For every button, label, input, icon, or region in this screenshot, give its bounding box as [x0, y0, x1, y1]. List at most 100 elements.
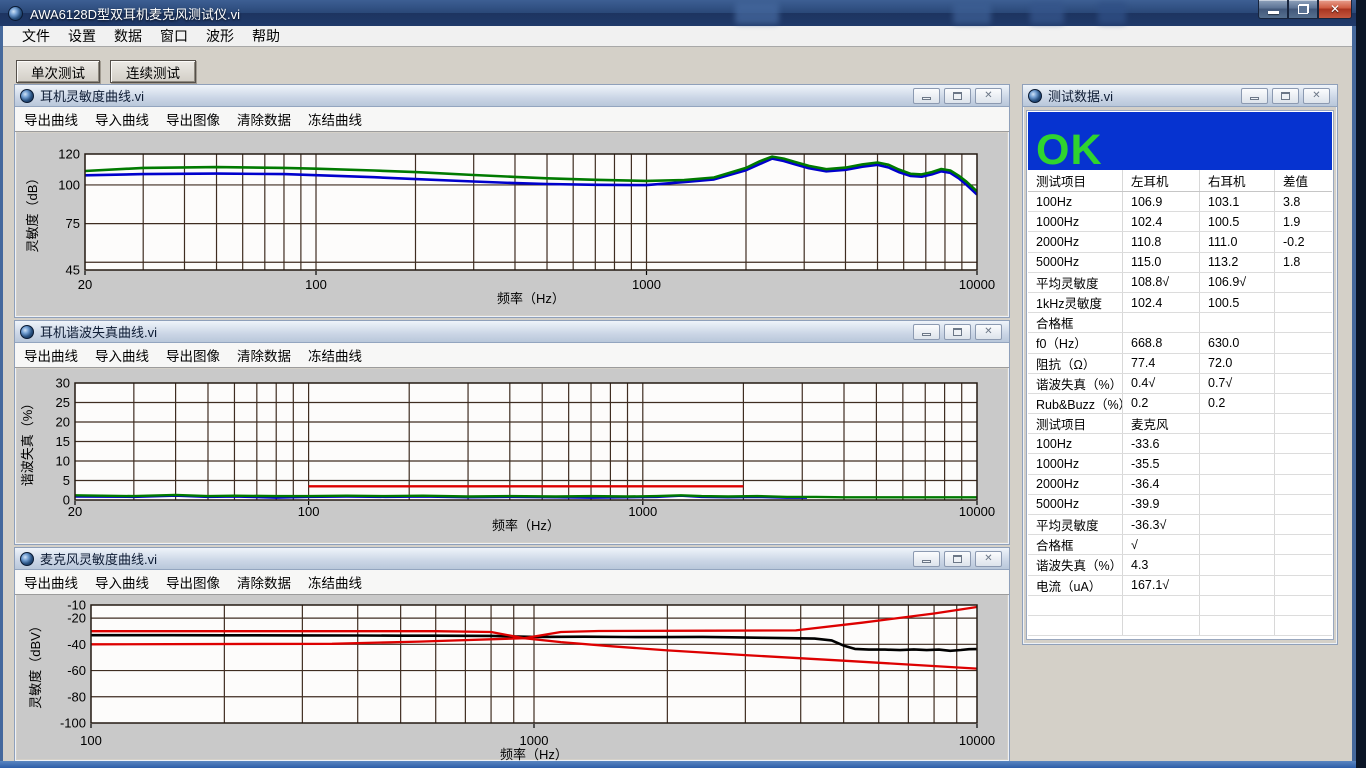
table-row: 平均灵敏度-36.3√ [1028, 515, 1332, 535]
y-tick-label: 25 [56, 395, 70, 410]
continuous-test-button[interactable]: 连续测试 [110, 60, 196, 83]
toolbar-clear-data[interactable]: 清除数据 [237, 109, 291, 129]
x-tick-label: 100 [305, 277, 327, 292]
window-frame-right [1352, 26, 1356, 768]
window-frame-left [0, 26, 3, 768]
minimize-button[interactable] [1241, 88, 1268, 104]
toolbar-freeze-curve[interactable]: 冻结曲线 [308, 109, 362, 129]
vi-icon [20, 552, 34, 566]
maximize-button[interactable] [1272, 88, 1299, 104]
toolbar-export-image[interactable]: 导出图像 [166, 345, 220, 365]
table-cell: 合格框 [1028, 313, 1123, 332]
toolbar-export-curve[interactable]: 导出曲线 [24, 109, 78, 129]
table-row [1028, 596, 1332, 616]
table-row: 谐波失真（%）0.4√0.7√ [1028, 374, 1332, 394]
minimize-button[interactable] [1258, 0, 1288, 19]
close-button[interactable]: ✕ [975, 88, 1002, 104]
y-tick-label: 5 [63, 473, 70, 488]
table-cell: 麦克风 [1123, 414, 1200, 433]
table-row: Rub&Buzz（%）0.20.2 [1028, 394, 1332, 414]
restore-button[interactable] [1288, 0, 1318, 19]
table-row: 平均灵敏度108.8√106.9√ [1028, 273, 1332, 293]
toolbar-freeze-curve[interactable]: 冻结曲线 [308, 572, 362, 592]
y-tick-label: -60 [67, 663, 86, 678]
toolbar-export-curve[interactable]: 导出曲线 [24, 345, 78, 365]
table-row: 1000Hz102.4100.51.9 [1028, 212, 1332, 232]
table-cell [1275, 616, 1332, 635]
table-row: 100Hz106.9103.13.8 [1028, 192, 1332, 212]
table-cell: 1kHz灵敏度 [1028, 293, 1123, 312]
close-button[interactable]: ✕ [975, 324, 1002, 340]
table-cell [1200, 515, 1275, 534]
toolbar-export-image[interactable]: 导出图像 [166, 572, 220, 592]
toolbar-export-image[interactable]: 导出图像 [166, 109, 220, 129]
table-header-cell: 差值 [1275, 170, 1332, 191]
toolbar-import-curve[interactable]: 导入曲线 [95, 109, 149, 129]
table-cell [1200, 596, 1275, 615]
table-cell: f0（Hz） [1028, 333, 1123, 352]
y-tick-label: 30 [56, 376, 70, 391]
subwindow-controls: ✕ [913, 551, 1004, 567]
y-tick-label: 0 [63, 493, 70, 508]
menu-item-settings[interactable]: 设置 [59, 26, 105, 46]
minimize-icon [922, 97, 931, 100]
x-tick-label: 1000 [632, 277, 661, 292]
toolbar-export-curve[interactable]: 导出曲线 [24, 572, 78, 592]
close-icon: ✕ [1330, 3, 1340, 15]
table-cell [1200, 414, 1275, 433]
table-cell: 0.4√ [1123, 374, 1200, 393]
maximize-button[interactable] [944, 551, 971, 567]
close-icon: ✕ [984, 91, 992, 101]
x-tick-label: 100 [80, 733, 102, 748]
table-cell [1275, 576, 1332, 595]
minimize-button[interactable] [913, 324, 940, 340]
table-cell [1123, 313, 1200, 332]
menu-item-window[interactable]: 窗口 [151, 26, 197, 46]
table-cell: √ [1123, 535, 1200, 554]
subwindow-controls: ✕ [913, 88, 1004, 104]
menu-item-waveform[interactable]: 波形 [197, 26, 243, 46]
toolbar-clear-data[interactable]: 清除数据 [237, 345, 291, 365]
minimize-icon [1250, 97, 1259, 100]
close-button[interactable]: ✕ [1303, 88, 1330, 104]
maximize-icon [953, 328, 962, 336]
y-tick-label: -80 [67, 689, 86, 704]
minimize-button[interactable] [913, 551, 940, 567]
close-button[interactable]: ✕ [1318, 0, 1352, 19]
maximize-button[interactable] [944, 324, 971, 340]
table-row: 2000Hz-36.4 [1028, 475, 1332, 495]
minimize-button[interactable] [913, 88, 940, 104]
menu-item-file[interactable]: 文件 [13, 26, 59, 46]
table-cell: 106.9 [1123, 192, 1200, 211]
table-cell [1200, 495, 1275, 514]
close-icon: ✕ [1312, 91, 1320, 101]
toolbar-import-curve[interactable]: 导入曲线 [95, 572, 149, 592]
window-frame-bottom [0, 761, 1356, 768]
headphone-distortion-chart: 20100100010000302520151050频率（Hz）谐波失真（%） [20, 376, 1008, 534]
subwindow-titlebar: 耳机谐波失真曲线.vi ✕ [15, 321, 1009, 343]
maximize-button[interactable] [944, 88, 971, 104]
table-cell [1028, 596, 1123, 615]
maximize-icon [953, 555, 962, 563]
table-cell: 106.9√ [1200, 273, 1275, 292]
menu-item-data[interactable]: 数据 [105, 26, 151, 46]
table-cell: 630.0 [1200, 333, 1275, 352]
table-cell: -39.9 [1123, 495, 1200, 514]
menu-item-help[interactable]: 帮助 [243, 26, 289, 46]
x-axis-title: 频率（Hz） [492, 518, 560, 533]
table-row: 电流（uA）167.1√ [1028, 576, 1332, 596]
close-button[interactable]: ✕ [975, 551, 1002, 567]
desktop-icon-blur [953, 2, 991, 24]
subwindow-title: 测试数据.vi [1048, 86, 1113, 105]
status-text: OK [1036, 129, 1103, 172]
table-row: 2000Hz110.8111.0-0.2 [1028, 232, 1332, 252]
table-cell [1275, 414, 1332, 433]
y-tick-label: -20 [67, 611, 86, 626]
toolbar-import-curve[interactable]: 导入曲线 [95, 345, 149, 365]
table-row: 合格框 [1028, 313, 1332, 333]
table-cell [1200, 454, 1275, 473]
vi-icon [20, 89, 34, 103]
toolbar-freeze-curve[interactable]: 冻结曲线 [308, 345, 362, 365]
single-test-button[interactable]: 单次测试 [16, 60, 100, 83]
toolbar-clear-data[interactable]: 清除数据 [237, 572, 291, 592]
